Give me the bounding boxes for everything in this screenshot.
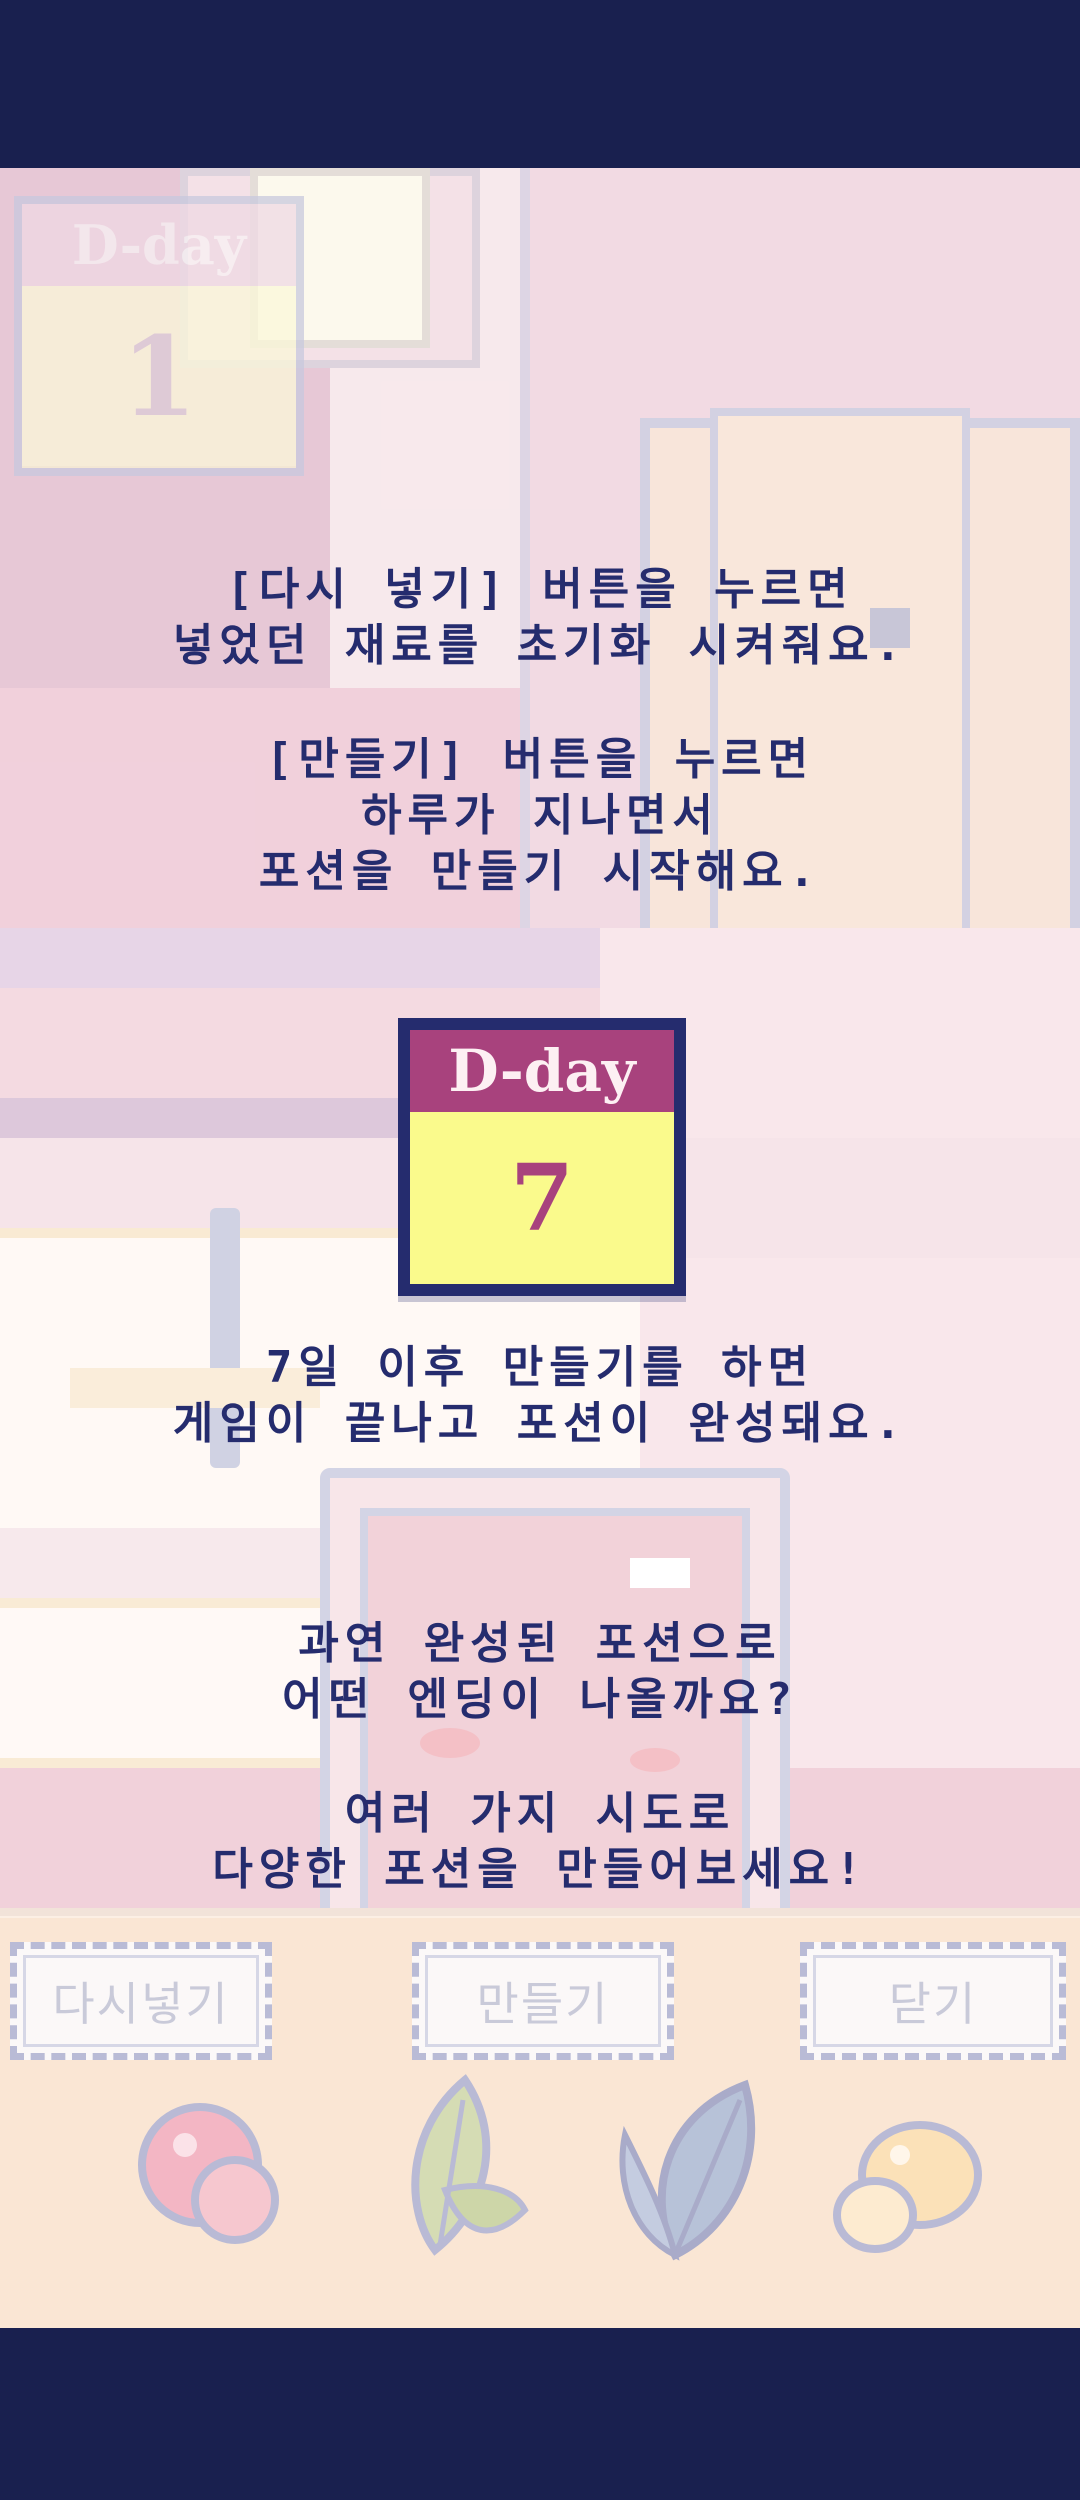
background-calendar-header: D-day: [22, 204, 296, 286]
reset-button-label: 다시넣기: [52, 1977, 230, 2031]
green-leaf-icon[interactable]: [385, 2070, 535, 2270]
background-calendar-day: 1: [22, 286, 296, 466]
tutorial-text-make: [만들기] 버튼을 누르면 하루가 지나면서 포션을 만들기 시작해요.: [258, 734, 822, 897]
blue-leaf-icon[interactable]: [605, 2075, 775, 2275]
dday-calendar-header: D-day: [410, 1030, 674, 1112]
reset-button[interactable]: 다시넣기: [10, 1942, 272, 2060]
close-button-label: 닫기: [888, 1977, 978, 2031]
close-button[interactable]: 닫기: [800, 1942, 1066, 2060]
berry-icon[interactable]: [130, 2095, 300, 2255]
background-calendar: D-day 1: [14, 196, 304, 476]
tutorial-text-question: 과연 완성된 포션으로 어떤 엔딩이 나올까요?: [282, 1618, 798, 1725]
dday-calendar-day: 7: [410, 1112, 674, 1284]
make-button-label: 만들기: [476, 1977, 610, 2031]
dday-calendar: D-day 7: [398, 1018, 686, 1296]
make-button[interactable]: 만들기: [412, 1942, 674, 2060]
egg-icon[interactable]: [820, 2115, 990, 2265]
tutorial-text-try: 여러 가지 시도로 다양한 포션을 만들어보세요!: [212, 1788, 868, 1895]
tutorial-text-ending: 7일 이후 만들기를 하면 게임이 끝나고 포션이 완성돼요.: [172, 1342, 908, 1449]
tutorial-text-reset: [다시 넣기] 버튼을 누르면 넣었던 재료를 초기화 시켜줘요.: [172, 564, 908, 671]
bottom-letterbox: [0, 2328, 1080, 2500]
top-letterbox: [0, 0, 1080, 168]
